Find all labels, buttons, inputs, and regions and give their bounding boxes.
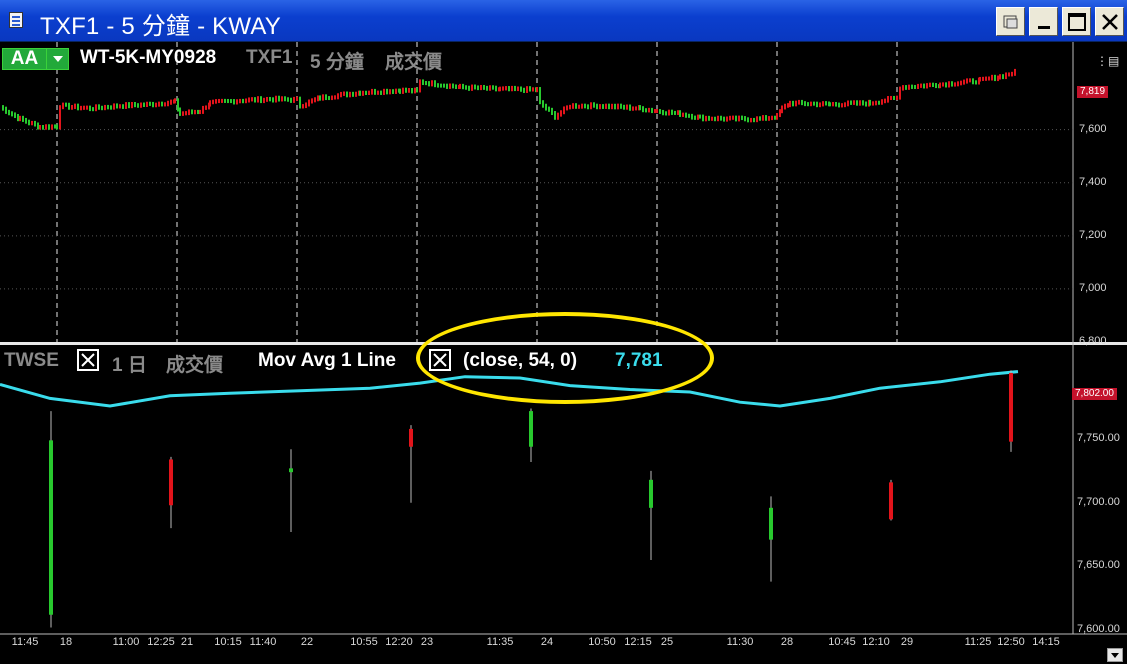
- aa-dropdown-button[interactable]: AA: [2, 48, 69, 70]
- minimize-button[interactable]: [996, 7, 1025, 36]
- scale-icon[interactable]: ⋮▤: [1096, 54, 1119, 68]
- x-tick: 21: [180, 636, 194, 648]
- lower-last-price: 7,802.00: [1072, 388, 1117, 400]
- maximize-icon: [1067, 12, 1086, 31]
- window-titlebar[interactable]: TXF1 - 5 分鐘 - KWAY: [0, 0, 1127, 42]
- daily-candle-body: [649, 479, 653, 508]
- x-tick: 11:25: [964, 636, 992, 648]
- restore-small-icon: [1003, 15, 1017, 28]
- highlight-ellipse: [416, 312, 714, 404]
- upper-y-tick: 6,800: [1079, 335, 1107, 347]
- upper-y-tick: 7,600: [1079, 122, 1107, 135]
- axis-menu-button[interactable]: [1107, 648, 1123, 662]
- x-tick: 23: [420, 636, 434, 648]
- upper-symbol: WT-5K-MY0928: [80, 47, 217, 68]
- minimize-window-button[interactable]: [1029, 7, 1058, 36]
- minimize-icon: [1037, 25, 1050, 29]
- lower-y-tick: 7,650.00: [1077, 559, 1120, 572]
- lower-field: 成交價: [166, 355, 224, 376]
- upper-y-tick: 7,400: [1079, 175, 1107, 188]
- app-icon: [9, 12, 23, 28]
- lower-interval: 1 日: [112, 355, 147, 376]
- window-title: TXF1 - 5 分鐘 - KWAY: [40, 13, 281, 40]
- chevron-down-icon[interactable]: [47, 49, 68, 69]
- x-tick: 10:50: [588, 636, 616, 648]
- upper-y-tick: 7,000: [1079, 281, 1107, 294]
- x-tick: 11:35: [486, 636, 514, 648]
- x-tick: 14:15: [1032, 636, 1060, 648]
- upper-series: TXF1: [246, 47, 293, 68]
- daily-candle-body: [409, 428, 413, 447]
- daily-candle-body: [289, 468, 293, 473]
- daily-candle-body: [49, 440, 53, 615]
- close-icon: [1101, 13, 1118, 30]
- x-tick: 25: [660, 636, 674, 648]
- lower-y-tick: 7,750.00: [1077, 432, 1120, 445]
- x-tick: 12:50: [997, 636, 1025, 648]
- upper-last-price: 7,819: [1077, 86, 1109, 98]
- lower-symbol: TWSE: [4, 350, 59, 371]
- close-x-icon: [81, 353, 95, 367]
- upper-interval: 5 分鐘: [310, 52, 364, 73]
- maximize-button[interactable]: [1062, 7, 1091, 36]
- x-tick: 12:15: [624, 636, 652, 648]
- x-tick: 18: [59, 636, 73, 648]
- lower-y-tick: 7,600.00: [1077, 623, 1120, 635]
- x-tick: 11:00: [112, 636, 140, 648]
- x-tick: 28: [780, 636, 794, 648]
- x-tick: 10:15: [214, 636, 242, 648]
- x-tick: 12:25: [147, 636, 175, 648]
- x-tick: 22: [300, 636, 314, 648]
- x-tick: 11:40: [249, 636, 277, 648]
- x-tick: 10:45: [828, 636, 856, 648]
- daily-candle-body: [1009, 372, 1013, 442]
- upper-y-tick: 7,200: [1079, 228, 1107, 241]
- indicator-name: Mov Avg 1 Line: [258, 350, 396, 371]
- x-tick: 11:45: [11, 636, 39, 648]
- daily-candle-body: [169, 459, 173, 506]
- upper-field: 成交價: [385, 52, 443, 73]
- lower-symbol-checkbox[interactable]: [77, 349, 99, 371]
- daily-candle-body: [889, 482, 893, 520]
- aa-label: AA: [3, 49, 47, 69]
- x-tick: 24: [540, 636, 554, 648]
- daily-candle-body: [529, 411, 533, 447]
- x-tick: 10:55: [350, 636, 378, 648]
- daily-candle-body: [769, 507, 773, 540]
- x-tick: 12:10: [862, 636, 890, 648]
- x-tick: 12:20: [385, 636, 413, 648]
- lower-y-tick: 7,700.00: [1077, 495, 1120, 508]
- x-tick: 11:30: [726, 636, 754, 648]
- x-tick: 29: [900, 636, 914, 648]
- close-button[interactable]: [1095, 7, 1124, 36]
